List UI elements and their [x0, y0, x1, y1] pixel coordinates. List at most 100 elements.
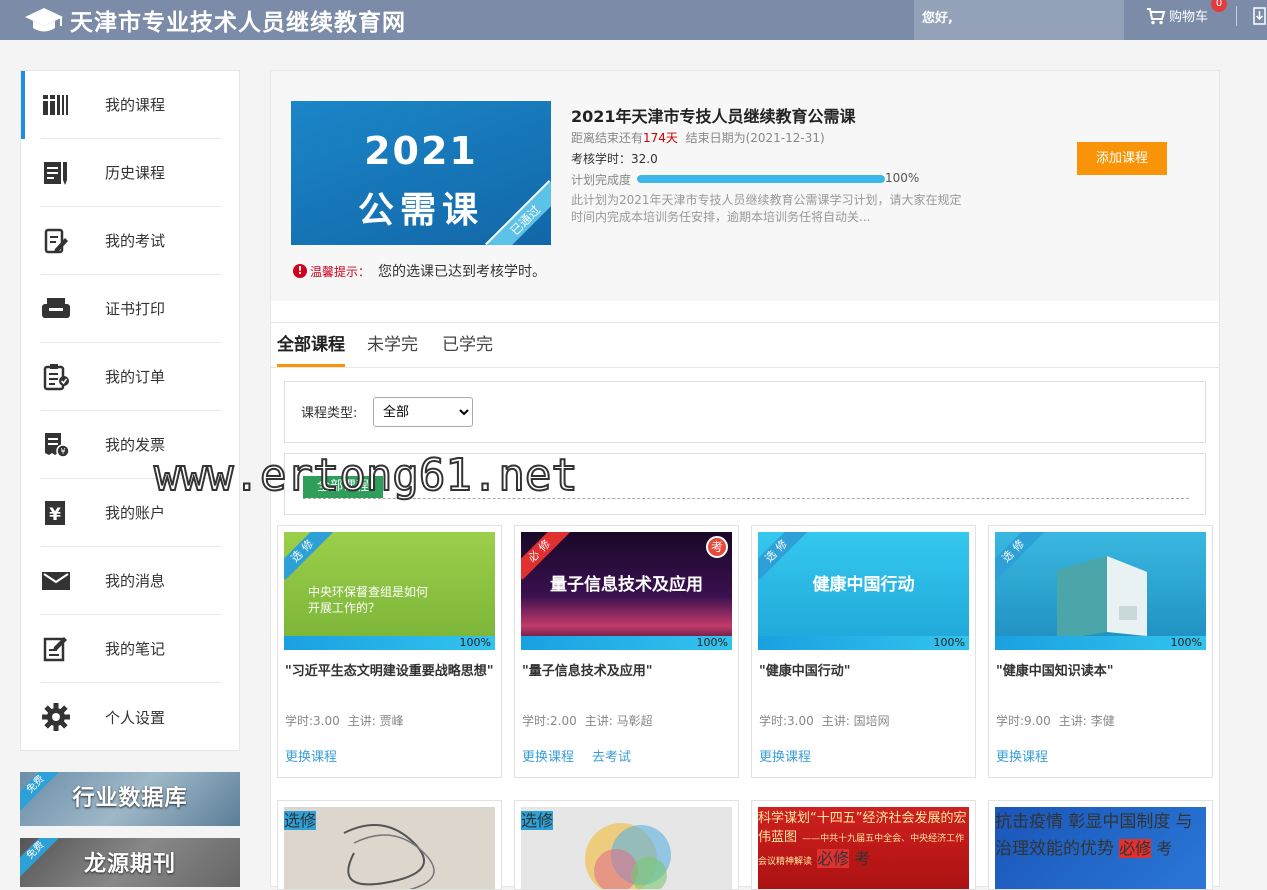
- plan-progress-value: 100%: [885, 171, 920, 185]
- sidebar-item-my-messages[interactable]: 我的消息: [41, 547, 221, 615]
- course-progress-bar: 100%: [521, 636, 732, 650]
- sidebar-item-personal-settings[interactable]: 个人设置: [41, 683, 221, 751]
- sidebar-item-label: 我的考试: [105, 232, 166, 250]
- elective-ribbon: 选修: [995, 532, 1045, 580]
- plan-cover-image[interactable]: 2021 公需课 已通过: [291, 101, 551, 245]
- download-icon[interactable]: [1252, 6, 1267, 26]
- plan-progress-fill: [637, 175, 885, 183]
- warning-label: 温馨提示：: [310, 264, 371, 279]
- sidebar-item-my-notes[interactable]: 我的笔记: [41, 615, 221, 683]
- course-progress-value: 100%: [696, 636, 728, 649]
- course-progress-value: 100%: [933, 636, 965, 649]
- change-course-link[interactable]: 更换课程: [759, 750, 811, 765]
- industry-database-banner[interactable]: 行业数据库 免费: [20, 772, 240, 826]
- sidebar-item-label: 证书打印: [105, 300, 166, 318]
- exam-badge: 考: [1156, 839, 1173, 858]
- course-card[interactable]: 科学谋划“十四五”经济社会发展的宏伟蓝图 ——中共十九届五中全会、中央经济工作会…: [751, 800, 976, 890]
- exam-badge: 考: [854, 849, 871, 868]
- top-header: 天津市专业技术人员继续教育网 您好, 购物车 0: [0, 0, 1267, 40]
- banner-label: 行业数据库: [72, 786, 188, 811]
- course-thumbnail[interactable]: 选修: [521, 807, 732, 889]
- remaining-days: 174天: [643, 131, 678, 145]
- course-card[interactable]: 健康中国行动 选修 100% "健康中国行动" 学时:3.00 主讲: 国培网 更…: [751, 525, 976, 778]
- thumbnail-text: 健康中国行动: [812, 575, 915, 595]
- sidebar-item-my-courses[interactable]: 我的课程: [41, 71, 221, 139]
- course-thumbnail[interactable]: 科学谋划“十四五”经济社会发展的宏伟蓝图 ——中共十九届五中全会、中央经济工作会…: [758, 807, 969, 889]
- sidebar-item-my-exams[interactable]: 我的考试: [41, 207, 221, 275]
- course-thumbnail[interactable]: 选修: [284, 807, 495, 889]
- tab-finished[interactable]: 已学完: [442, 323, 493, 367]
- sidebar-item-certificate-print[interactable]: 证书打印: [41, 275, 221, 343]
- clipboard-check-icon: [41, 362, 71, 392]
- cart-count-badge: 0: [1211, 0, 1227, 12]
- course-card[interactable]: 选修: [277, 800, 502, 890]
- sidebar-item-history-courses[interactable]: 历史课程: [41, 139, 221, 207]
- book-illustration: [1057, 556, 1147, 640]
- gear-icon: [41, 702, 71, 732]
- course-thumbnail[interactable]: 健康中国行动 选修: [758, 532, 969, 649]
- note-edit-icon: [41, 634, 71, 664]
- sidebar-active-indicator: [21, 71, 25, 139]
- plan-end-date: 结束日期为(2021-12-31): [685, 131, 825, 145]
- required-ribbon: 必修: [817, 849, 850, 868]
- course-thumbnail[interactable]: 选修: [995, 532, 1206, 649]
- course-progress-bar: 100%: [284, 636, 495, 650]
- plan-panel: 2021 公需课 已通过 2021年天津市专技人员继续教育公需课 距离结束还有1…: [271, 71, 1219, 301]
- tab-all-courses[interactable]: 全部课程: [277, 323, 345, 367]
- course-title[interactable]: "量子信息技术及应用": [522, 660, 734, 679]
- longyuan-journal-banner[interactable]: 龙源期刊 免费: [20, 838, 240, 887]
- change-course-link[interactable]: 更换课程: [996, 750, 1048, 765]
- header-divider: [1236, 6, 1237, 26]
- course-progress-value: 100%: [1170, 636, 1202, 649]
- course-thumbnail[interactable]: 中央环保督查组是如何开展工作的？ 选修: [284, 532, 495, 649]
- course-title[interactable]: "健康中国行动": [759, 660, 971, 679]
- sketch-illustration: [343, 824, 435, 889]
- course-actions: 更换课程: [285, 746, 355, 765]
- course-meta: 学时:9.00 主讲: 李健: [996, 714, 1115, 728]
- elective-ribbon: 选修: [521, 811, 554, 830]
- sidebar-item-label: 我的订单: [105, 368, 166, 386]
- printer-icon: [41, 294, 71, 324]
- course-progress-bar: 100%: [758, 636, 969, 650]
- course-thumbnail[interactable]: 量子信息技术及应用 必修 考: [521, 532, 732, 649]
- change-course-link[interactable]: 更换课程: [285, 750, 337, 765]
- plan-description: 此计划为2021年天津市专技人员继续教育公需课学习计划，请大家在规定时间内完成本…: [571, 193, 962, 224]
- books-icon: [41, 90, 71, 120]
- yen-wallet-icon: ¥: [41, 498, 71, 528]
- exam-badge: 考: [706, 536, 728, 558]
- cart-link[interactable]: 购物车: [1146, 6, 1208, 25]
- exam-edit-icon: [41, 226, 71, 256]
- course-title[interactable]: "健康中国知识读本": [996, 660, 1208, 679]
- site-title: 天津市专业技术人员继续教育网: [70, 10, 406, 36]
- course-card[interactable]: 选修 100% "健康中国知识读本" 学时:9.00 主讲: 李健 更换课程: [988, 525, 1213, 778]
- course-card[interactable]: 中央环保督查组是如何开展工作的？ 选修 100% "习近平生态文明建设重要战略思…: [277, 525, 502, 778]
- course-thumbnail[interactable]: 抗击疫情 彰显中国制度 与治理效能的优势 必修 考: [995, 807, 1206, 889]
- plan-progress-bar: [637, 175, 885, 183]
- sidebar-item-label: 我的课程: [105, 96, 166, 114]
- course-tabs: 全部课程 未学完 已学完: [271, 322, 1219, 368]
- graduation-cap-icon: [25, 8, 63, 32]
- take-exam-link[interactable]: 去考试: [592, 750, 631, 765]
- change-course-link[interactable]: 更换课程: [522, 750, 574, 765]
- sidebar-item-label: 我的笔记: [105, 640, 166, 658]
- sidebar-item-my-orders[interactable]: 我的订单: [41, 343, 221, 411]
- course-card[interactable]: 量子信息技术及应用 必修 考 100% "量子信息技术及应用" 学时:2.00 主…: [514, 525, 739, 778]
- tab-unfinished[interactable]: 未学完: [367, 323, 418, 367]
- course-type-label: 课程类型:: [301, 406, 358, 421]
- watermark-text: www.ertong61.net: [153, 449, 579, 502]
- course-card[interactable]: 选修: [514, 800, 739, 890]
- banner-label: 龙源期刊: [83, 852, 176, 877]
- add-course-button[interactable]: 添加课程: [1077, 142, 1167, 175]
- sidebar-nav: 我的课程 历史课程 我的考试 证书打印 我的订单 ¥ 我的发票 ¥ 我的账户 我…: [20, 70, 240, 751]
- course-type-select[interactable]: 全部: [373, 397, 473, 427]
- course-title[interactable]: "习近平生态文明建设重要战略思想": [285, 660, 497, 679]
- brain-illustration: [585, 823, 671, 889]
- sidebar-item-label: 我的账户: [105, 504, 166, 522]
- course-card[interactable]: 抗击疫情 彰显中国制度 与治理效能的优势 必修 考: [988, 800, 1213, 890]
- sidebar-item-label: 个人设置: [105, 708, 166, 727]
- site-logo[interactable]: 天津市专业技术人员继续教育网: [24, 3, 406, 37]
- course-progress-bar: 100%: [995, 636, 1206, 650]
- sidebar-item-label: 我的消息: [105, 572, 166, 590]
- plan-required-hours: 考核学时：32.0: [571, 152, 658, 166]
- warning-notice: ! 温馨提示： 您的选课已达到考核学时。: [293, 261, 546, 281]
